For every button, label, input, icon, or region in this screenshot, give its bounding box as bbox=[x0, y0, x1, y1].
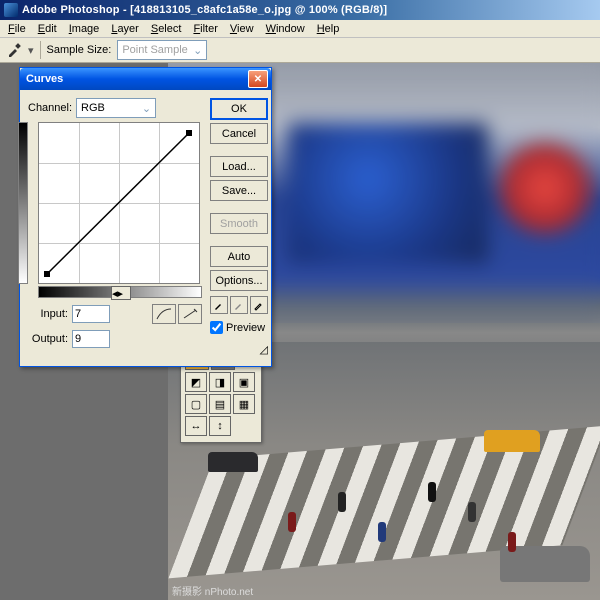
mode-btn-6[interactable]: ▦ bbox=[233, 394, 255, 414]
channel-label: Channel: bbox=[28, 102, 72, 114]
menu-image[interactable]: Image bbox=[63, 22, 106, 36]
window-title: Adobe Photoshop - [418813105_c8afc1a58e_… bbox=[22, 4, 387, 16]
options-bar: ▾ Sample Size: Point Sample ⌄ bbox=[0, 38, 600, 63]
mode-btn-4[interactable]: ▢ bbox=[185, 394, 207, 414]
preview-label: Preview bbox=[226, 322, 265, 334]
menu-select[interactable]: Select bbox=[145, 22, 188, 36]
menu-layer[interactable]: Layer bbox=[105, 22, 145, 36]
chevron-down-icon: ⌄ bbox=[142, 102, 151, 115]
menu-window[interactable]: Window bbox=[260, 22, 311, 36]
app-icon bbox=[4, 3, 18, 17]
cancel-button[interactable]: Cancel bbox=[210, 123, 268, 144]
eyedropper-tool-icon[interactable] bbox=[6, 42, 22, 58]
chevron-down-icon: ⌄ bbox=[193, 44, 202, 57]
separator bbox=[40, 41, 41, 59]
tool-dropdown-icon[interactable]: ▾ bbox=[28, 44, 34, 57]
channel-value: RGB bbox=[81, 102, 105, 114]
save-button[interactable]: Save... bbox=[210, 180, 268, 201]
curve-graph[interactable] bbox=[38, 122, 200, 284]
close-button[interactable]: ✕ bbox=[248, 70, 268, 88]
window-titlebar: Adobe Photoshop - [418813105_c8afc1a58e_… bbox=[0, 0, 600, 20]
output-label: Output: bbox=[28, 333, 68, 345]
auto-button[interactable]: Auto bbox=[210, 246, 268, 267]
mode-btn-5[interactable]: ▤ bbox=[209, 394, 231, 414]
preview-row[interactable]: Preview bbox=[210, 321, 268, 334]
input-gradient[interactable]: ◂▸ bbox=[38, 286, 202, 298]
smooth-button: Smooth bbox=[210, 213, 268, 234]
dialog-title: Curves bbox=[26, 73, 63, 85]
output-gradient bbox=[18, 122, 28, 284]
input-label: Input: bbox=[28, 308, 68, 320]
dialog-titlebar[interactable]: Curves ✕ bbox=[20, 68, 271, 90]
gray-point-eyedropper[interactable] bbox=[230, 296, 248, 314]
menu-file[interactable]: File bbox=[2, 22, 32, 36]
mode-btn-3[interactable]: ▣ bbox=[233, 372, 255, 392]
menubar: File Edit Image Layer Select Filter View… bbox=[0, 20, 600, 38]
sample-size-combo[interactable]: Point Sample ⌄ bbox=[117, 40, 207, 60]
preview-checkbox[interactable] bbox=[210, 321, 223, 334]
menu-view[interactable]: View bbox=[224, 22, 260, 36]
sample-size-value: Point Sample bbox=[122, 44, 187, 56]
channel-combo[interactable]: RGB ⌄ bbox=[76, 98, 156, 118]
gradient-slider-icon[interactable]: ◂▸ bbox=[111, 286, 131, 300]
mode-btn-7[interactable]: ↔ bbox=[185, 416, 207, 436]
black-point-eyedropper[interactable] bbox=[210, 296, 228, 314]
workspace: 新摄影 nPhoto.net ◩◨▣ ▢▤▦ ↔↕ Curves ✕ Chann… bbox=[0, 63, 600, 600]
output-field[interactable] bbox=[72, 330, 110, 348]
curves-dialog: Curves ✕ Channel: RGB ⌄ bbox=[19, 67, 272, 367]
mode-btn-2[interactable]: ◨ bbox=[209, 372, 231, 392]
ok-button[interactable]: OK bbox=[210, 98, 268, 120]
white-point-eyedropper[interactable] bbox=[250, 296, 268, 314]
watermark: 新摄影 nPhoto.net bbox=[172, 583, 253, 598]
mode-btn-8[interactable]: ↕ bbox=[209, 416, 231, 436]
menu-help[interactable]: Help bbox=[311, 22, 346, 36]
options-button[interactable]: Options... bbox=[210, 270, 268, 291]
resize-grip-icon[interactable]: ◿ bbox=[210, 343, 268, 356]
sample-size-label: Sample Size: bbox=[47, 44, 112, 56]
pencil-mode-button[interactable] bbox=[178, 304, 202, 324]
load-button[interactable]: Load... bbox=[210, 156, 268, 177]
menu-edit[interactable]: Edit bbox=[32, 22, 63, 36]
mode-btn-1[interactable]: ◩ bbox=[185, 372, 207, 392]
input-field[interactable] bbox=[72, 305, 110, 323]
curve-mode-button[interactable] bbox=[152, 304, 176, 324]
menu-filter[interactable]: Filter bbox=[187, 22, 223, 36]
